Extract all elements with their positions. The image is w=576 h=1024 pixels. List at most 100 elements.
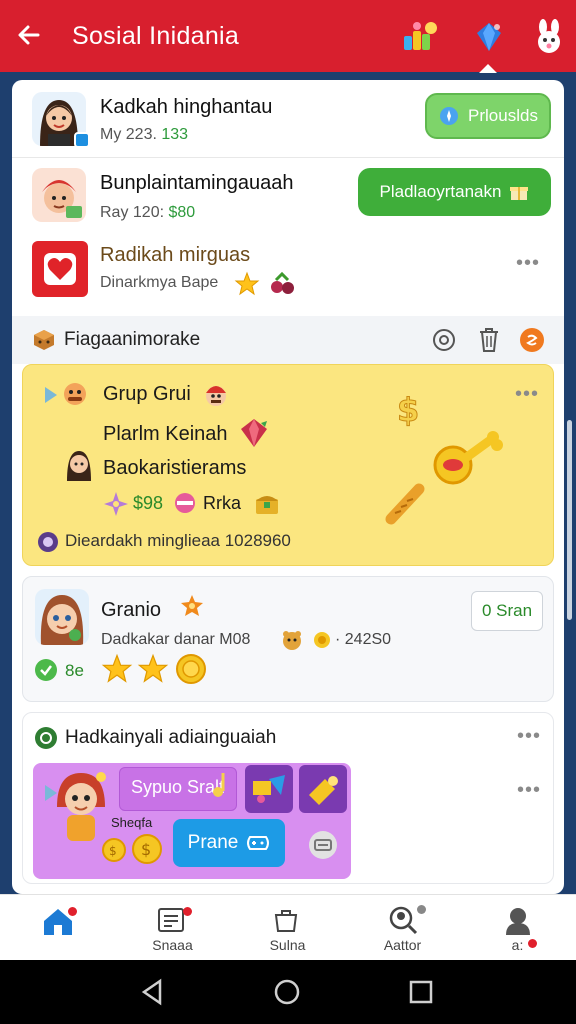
gamepad-icon	[247, 836, 270, 850]
nav-item-news[interactable]: Snaaa	[115, 895, 230, 961]
orange-badge-icon[interactable]	[520, 328, 544, 352]
group-tag: Rrka	[203, 493, 242, 513]
notification-dot	[417, 905, 426, 914]
nav-label: Aattor	[383, 937, 422, 953]
dollar-sign-icon: $	[397, 391, 420, 427]
nav-item-shop[interactable]: Sulna	[230, 895, 345, 961]
coin-icon: $	[102, 838, 126, 862]
app-bar: Sosial Inidania	[0, 0, 576, 73]
star-icon	[101, 653, 133, 683]
promo-banner[interactable]: Sypuo Sralt Sheqfa $ $ Prane	[33, 763, 351, 879]
game-tile-icon[interactable]	[245, 765, 293, 813]
account-detail: Dinarkmya Bape	[100, 274, 219, 291]
avatar	[32, 168, 86, 222]
profile-detail: Dadkakar danar M08	[101, 631, 251, 648]
profile-value: · 242S0	[335, 631, 392, 648]
scrollbar[interactable]	[567, 420, 572, 620]
user-avatar-icon	[67, 451, 91, 481]
nav-label: a:	[511, 937, 524, 953]
account-name: Kadkah hinghantau	[100, 96, 273, 118]
group-title: Grup Grui	[103, 383, 191, 405]
play-arrow-icon	[45, 387, 57, 403]
group-card[interactable]: Grup Grui Plarlm Keinah Baokaristierams …	[22, 364, 554, 566]
more-options-button[interactable]: •••	[515, 383, 539, 406]
avatar	[35, 589, 89, 645]
profile-icon	[506, 908, 530, 935]
people-group-icon[interactable]	[402, 18, 440, 56]
girl-character-icon	[57, 772, 106, 841]
star-icon	[234, 271, 260, 296]
main-panel: Kadkah hinghantau My 223. 133 Prlouslds …	[12, 80, 564, 894]
section-header: Fiagaanimorake	[12, 316, 564, 364]
nav-item-profile[interactable]: a:	[460, 895, 575, 961]
gold-coin-icon	[176, 654, 206, 684]
gift-box-icon	[510, 187, 529, 200]
group-line: Baokaristierams	[103, 457, 247, 479]
app-title: Sosial Inidania	[72, 22, 240, 50]
verified-badge-icon	[74, 132, 90, 148]
svg-text:$: $	[141, 840, 151, 859]
nav-item-home[interactable]	[0, 895, 115, 961]
follow-button[interactable]: 0 Sran	[471, 591, 543, 631]
cube-icon	[34, 330, 54, 350]
bone-icon	[433, 431, 503, 485]
keyboard-icon[interactable]	[309, 831, 337, 859]
account-name: Bunplaintamingauaah	[100, 172, 294, 194]
svg-text:$: $	[397, 391, 419, 427]
more-options-button[interactable]: •••	[516, 252, 540, 275]
more-options-button[interactable]: •••	[517, 725, 541, 748]
green-circle-icon	[35, 727, 57, 749]
svg-text:$: $	[109, 844, 117, 858]
notification-dot	[68, 907, 77, 916]
candy-icon	[175, 493, 195, 513]
profile-badge-count: 8e	[65, 661, 84, 680]
account-row[interactable]: Bunplaintamingauaah Ray 120: $80 Pladlao…	[12, 158, 564, 234]
star-icon	[137, 653, 169, 683]
nav-label: Sulna	[269, 937, 306, 953]
promo-card[interactable]: Hadkainyali adiainguaiah ••• ••• Sypuo S…	[22, 712, 554, 884]
arrow-left-icon	[18, 25, 40, 45]
group-price: $98	[133, 493, 164, 513]
account-name: Radikah mirguas	[100, 244, 251, 266]
sparkle-icon	[104, 492, 128, 516]
more-options-button[interactable]: •••	[517, 779, 541, 802]
group-footer: Dieardakh minglieaa 1028960	[65, 531, 291, 550]
candy-stick-icon	[385, 483, 425, 525]
nav-item-search[interactable]: Aattor	[345, 895, 460, 961]
coin-small-icon	[314, 632, 330, 648]
back-button[interactable]	[14, 20, 46, 52]
news-icon	[158, 908, 184, 932]
check-badge-icon	[35, 659, 57, 681]
account-action-button[interactable]: Prlouslds	[425, 93, 551, 139]
heart-app-icon	[32, 241, 88, 297]
bear-icon	[283, 631, 301, 650]
promo-action-button[interactable]: Prane	[173, 819, 285, 867]
berries-icon	[271, 271, 294, 294]
account-detail: My 223. 133	[100, 126, 189, 143]
home-circle-icon[interactable]	[272, 977, 302, 1007]
search-person-icon	[389, 906, 418, 935]
group-line: Plarlm Keinah	[103, 423, 228, 445]
promo-title: Hadkainyali adiainguaiah	[65, 727, 277, 748]
account-detail: Ray 120: $80	[100, 204, 196, 221]
treasure-icon	[256, 496, 278, 514]
system-navigation-bar	[0, 960, 576, 1024]
account-action-button[interactable]: Pladlaoyrtanakn	[358, 168, 551, 216]
game-tile-icon[interactable]	[299, 765, 347, 813]
coin-icon	[38, 532, 58, 552]
small-label: Sheqfa	[111, 815, 153, 830]
cartoon-bunny-icon[interactable]	[530, 18, 568, 56]
trash-icon[interactable]	[477, 327, 501, 353]
back-triangle-icon[interactable]	[138, 977, 168, 1007]
active-tab-marker	[479, 64, 497, 73]
gem-icon	[241, 419, 267, 447]
mario-icon	[206, 386, 226, 406]
shop-icon	[274, 910, 298, 932]
profile-name: Granio	[101, 599, 162, 621]
recents-square-icon[interactable]	[406, 977, 436, 1007]
account-row[interactable]: Kadkah hinghantau My 223. 133 Prlouslds	[12, 80, 564, 158]
blue-gem-icon[interactable]	[470, 18, 508, 56]
info-circle-icon[interactable]	[432, 328, 456, 352]
account-row[interactable]: Radikah mirguas Dinarkmya Bape •••	[12, 234, 564, 316]
profile-card[interactable]: Granio Dadkakar danar M08 · 242S0 0 Sran…	[22, 576, 554, 702]
